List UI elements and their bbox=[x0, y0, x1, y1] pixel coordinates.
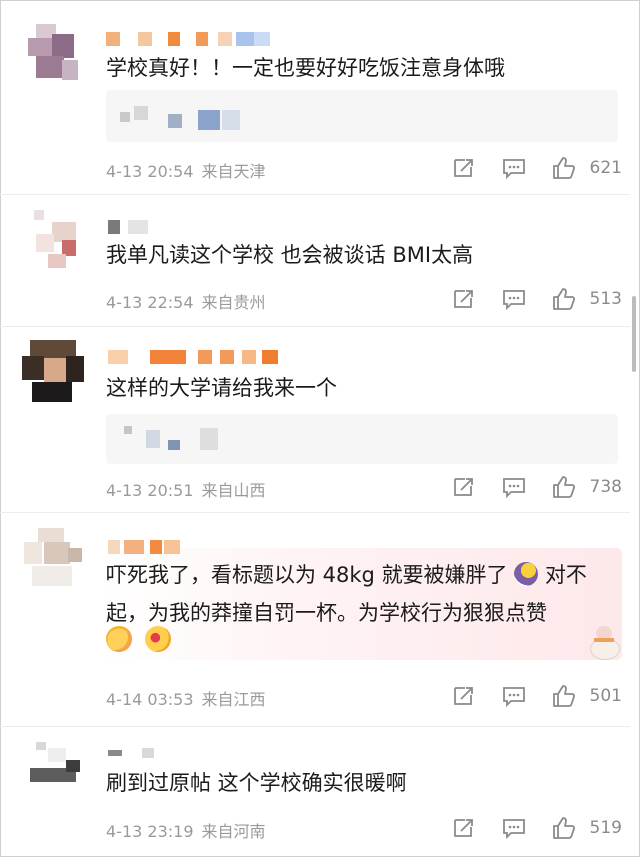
avatar[interactable] bbox=[22, 742, 84, 804]
comment-text: 这样的大学请给我来一个 bbox=[106, 376, 337, 400]
comment-date: 4-13 23:19 bbox=[106, 822, 194, 841]
scrollbar[interactable] bbox=[632, 296, 636, 372]
share-icon[interactable] bbox=[452, 475, 476, 499]
share-icon[interactable] bbox=[452, 156, 476, 180]
comment-actions: 513 bbox=[452, 285, 622, 313]
thumbs-up-icon[interactable] bbox=[552, 684, 576, 708]
reply-preview-blurred[interactable] bbox=[106, 90, 618, 142]
thumbs-up-icon[interactable] bbox=[552, 287, 576, 311]
like-count: 621 bbox=[589, 158, 622, 178]
like-count: 501 bbox=[589, 686, 622, 706]
comment-actions: 519 bbox=[452, 814, 622, 842]
comment-date: 4-13 20:51 bbox=[106, 481, 194, 500]
comment-icon[interactable] bbox=[502, 475, 526, 499]
comment-actions: 738 bbox=[452, 473, 622, 501]
comment-meta: 4-13 20:54 来自天津 bbox=[106, 158, 266, 182]
blushing-face-emoji-icon bbox=[106, 626, 132, 652]
thumbs-up-icon[interactable] bbox=[552, 156, 576, 180]
divider bbox=[0, 512, 630, 513]
divider bbox=[0, 726, 630, 727]
comment-meta: 4-13 22:54 来自贵州 bbox=[106, 289, 266, 313]
comment-text-line2: 起，为我的莽撞自罚一杯。为学校行为狠狠点赞 bbox=[106, 601, 547, 625]
comment-meta: 4-14 03:53 来自江西 bbox=[106, 686, 266, 710]
celebration-emoji-icon bbox=[514, 562, 539, 586]
comment-location: 来自贵州 bbox=[201, 293, 266, 312]
snowman-sticker-icon bbox=[588, 626, 620, 660]
thumbs-up-icon[interactable] bbox=[552, 475, 576, 499]
like-count: 513 bbox=[589, 289, 622, 309]
comment-location: 来自河南 bbox=[201, 822, 266, 841]
comment-text: 刷到过原帖 这个学校确实很暖啊 bbox=[106, 771, 407, 795]
avatar[interactable] bbox=[22, 210, 84, 272]
comment-meta: 4-13 23:19 来自河南 bbox=[106, 818, 266, 842]
comment-icon[interactable] bbox=[502, 287, 526, 311]
comment-location: 来自天津 bbox=[201, 162, 266, 181]
share-icon[interactable] bbox=[452, 684, 476, 708]
comment-icon[interactable] bbox=[502, 156, 526, 180]
comment-actions: 501 bbox=[452, 682, 622, 710]
comment-text-line1-tail: 对不 bbox=[544, 563, 587, 587]
comment-date: 4-13 20:54 bbox=[106, 162, 194, 181]
avatar[interactable] bbox=[22, 24, 84, 86]
comment-date: 4-14 03:53 bbox=[106, 690, 194, 709]
like-count: 519 bbox=[589, 818, 622, 838]
comment-text: 我单凡读这个学校 也会被谈话 BMI太高 bbox=[106, 243, 474, 267]
avatar[interactable] bbox=[22, 340, 84, 402]
share-icon[interactable] bbox=[452, 287, 476, 311]
share-icon[interactable] bbox=[452, 816, 476, 840]
comment-icon[interactable] bbox=[502, 816, 526, 840]
comment-date: 4-13 22:54 bbox=[106, 293, 194, 312]
comment-location: 来自山西 bbox=[201, 481, 266, 500]
divider bbox=[0, 194, 630, 195]
comment-text: 学校真好！！一定也要好好吃饭注意身体哦 bbox=[106, 56, 505, 80]
like-count: 738 bbox=[589, 477, 622, 497]
emoji-row bbox=[106, 626, 172, 652]
comment-text-line1: 吓死我了，看标题以为 48kg 就要被嫌胖了 bbox=[106, 563, 508, 587]
comment-icon[interactable] bbox=[502, 684, 526, 708]
comment-location: 来自江西 bbox=[201, 690, 266, 709]
comment-meta: 4-13 20:51 来自山西 bbox=[106, 477, 266, 501]
divider bbox=[0, 326, 630, 327]
thumbs-up-icon[interactable] bbox=[552, 816, 576, 840]
heart-eyes-emoji-icon bbox=[145, 626, 172, 652]
avatar[interactable] bbox=[22, 528, 84, 590]
comment-actions: 621 bbox=[452, 154, 622, 182]
reply-preview-blurred[interactable] bbox=[106, 414, 618, 464]
comment-text: 吓死我了，看标题以为 48kg 就要被嫌胖了 对不 起，为我的莽撞自罚一杯。为学… bbox=[106, 556, 626, 632]
